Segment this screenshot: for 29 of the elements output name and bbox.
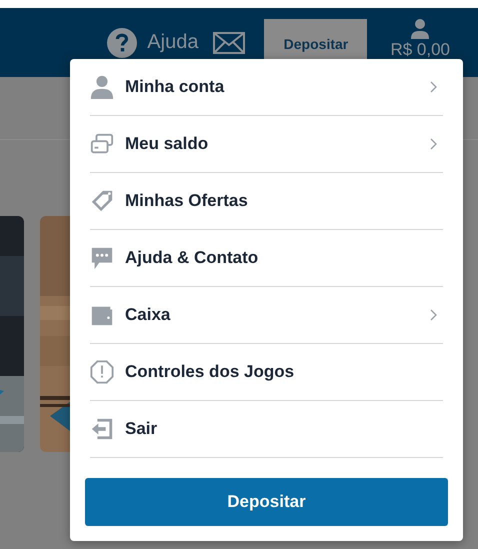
chevron-right-icon — [430, 138, 437, 150]
menu-item-label: Ajuda & Contato — [125, 248, 260, 268]
help-icon[interactable] — [107, 28, 138, 58]
menu-item[interactable]: Meu saldo — [90, 116, 443, 173]
help-link[interactable]: Ajuda — [147, 31, 198, 54]
menu-item[interactable]: Ajuda & Contato — [90, 230, 443, 287]
menu-item-label: Meu saldo — [125, 134, 210, 154]
menu-item[interactable]: Caixa — [90, 287, 443, 344]
logout-icon — [90, 416, 114, 442]
chevron-right-icon — [430, 309, 437, 321]
mail-icon[interactable] — [213, 32, 246, 54]
menu-item[interactable]: Minhas Ofertas — [90, 173, 443, 230]
cards-icon — [90, 132, 114, 156]
menu-item[interactable]: Controles dos Jogos — [90, 344, 443, 401]
user-icon[interactable] — [411, 19, 430, 39]
menu-item-label: Minhas Ofertas — [125, 191, 249, 211]
chat-icon — [90, 245, 114, 271]
balance-amount: R$ 0,00 — [390, 40, 450, 60]
user-icon — [90, 74, 114, 100]
menu-item[interactable]: Minha conta — [90, 59, 443, 116]
chevron-right-icon — [430, 81, 437, 93]
menu-item-label: Sair — [125, 419, 158, 439]
tag-icon — [90, 188, 114, 214]
menu-item-label: Controles dos Jogos — [125, 362, 296, 382]
menu-item-label: Caixa — [125, 305, 172, 325]
menu-item-label: Minha conta — [125, 77, 226, 97]
deposit-button[interactable]: Depositar — [85, 478, 448, 526]
menu-item[interactable]: Sair — [90, 401, 443, 458]
warning-icon — [90, 359, 114, 385]
